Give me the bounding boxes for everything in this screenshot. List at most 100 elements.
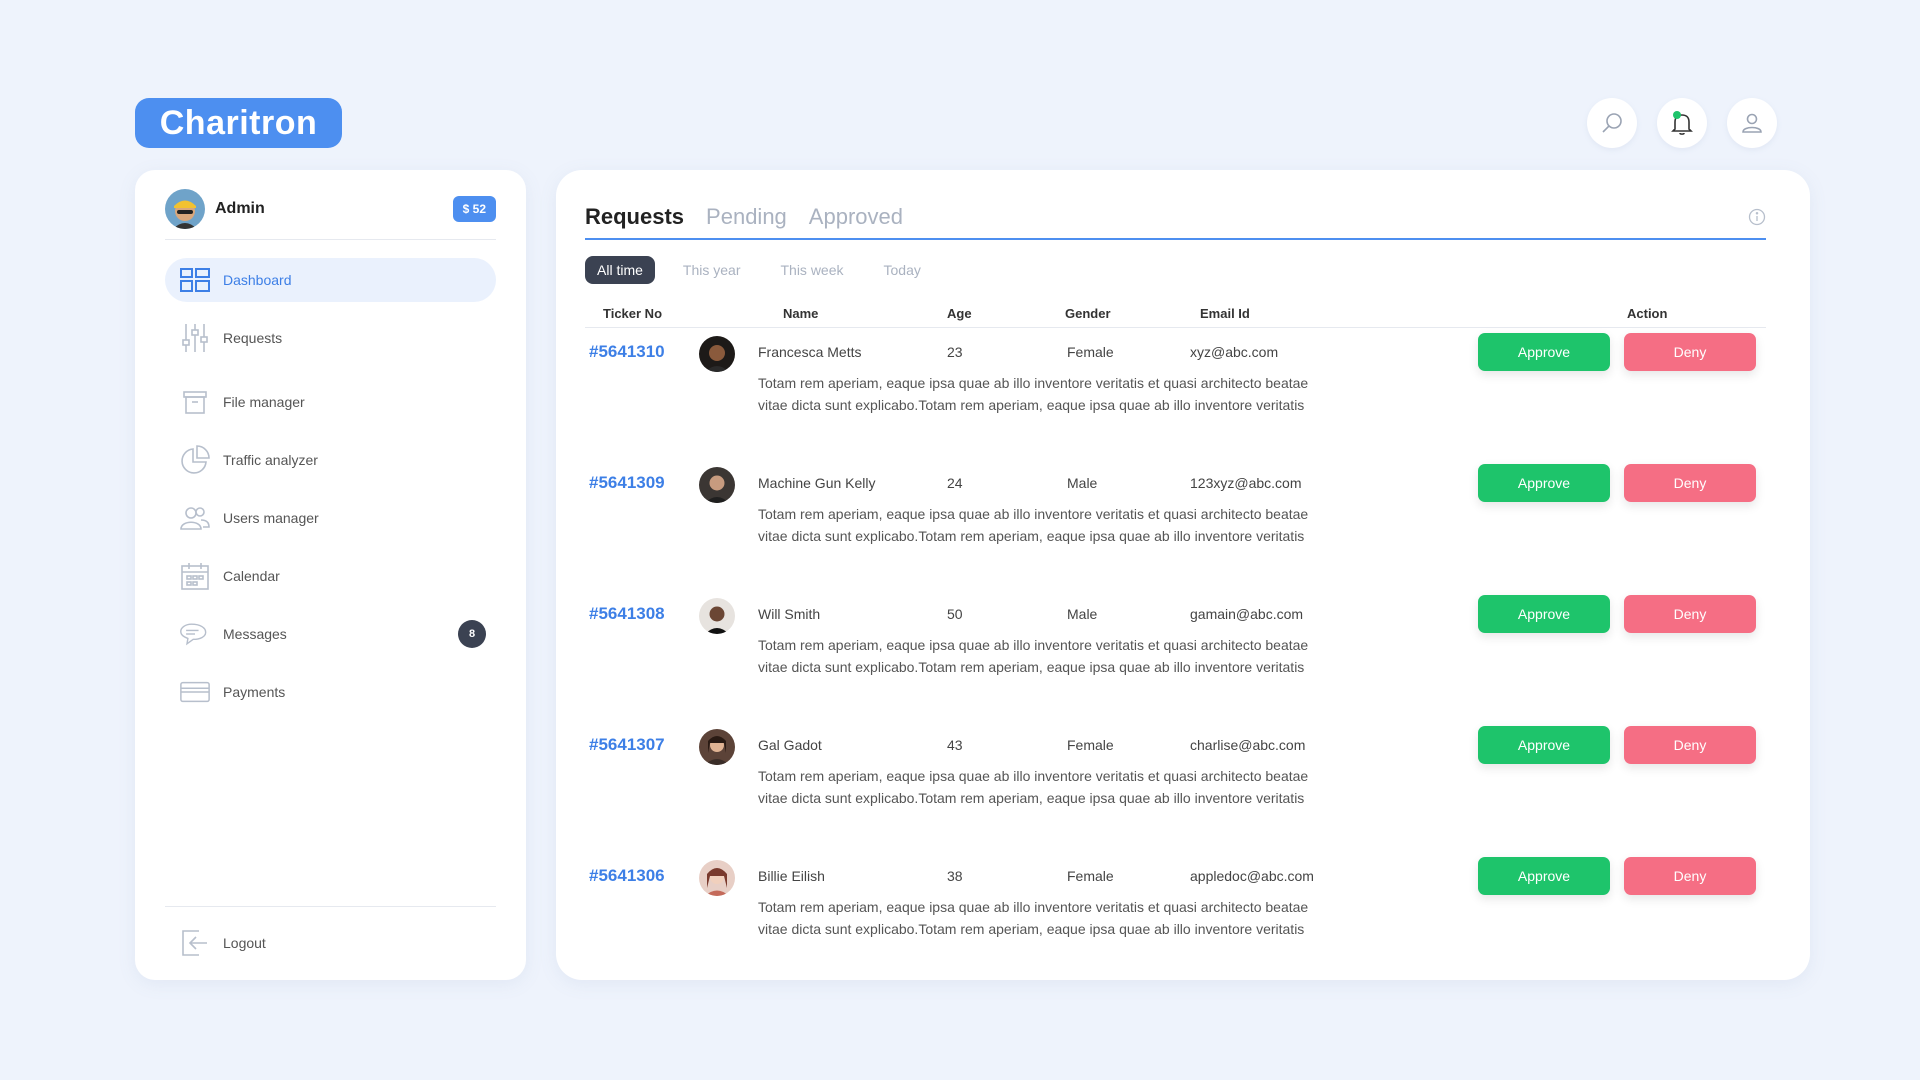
dashboard-icon bbox=[179, 264, 211, 296]
tab-pending[interactable]: Pending bbox=[706, 204, 787, 230]
sidebar-item-file-manager[interactable]: File manager bbox=[165, 380, 496, 424]
calendar-icon bbox=[179, 560, 211, 592]
users-icon bbox=[179, 502, 211, 534]
user-avatar bbox=[699, 598, 735, 634]
cell-gender: Female bbox=[1067, 344, 1114, 360]
deny-button[interactable]: Deny bbox=[1624, 464, 1756, 502]
cell-email: xyz@abc.com bbox=[1190, 344, 1279, 360]
sidebar-item-label: Dashboard bbox=[223, 272, 292, 288]
sidebar-item-label: Calendar bbox=[223, 568, 280, 584]
balance-badge[interactable]: $ 52 bbox=[452, 195, 496, 222]
column-header-email: Email Id bbox=[1200, 306, 1250, 321]
user-avatar bbox=[699, 336, 735, 372]
cell-gender: Male bbox=[1067, 606, 1098, 622]
column-header-action: Action bbox=[1627, 306, 1668, 321]
cell-name: Gal Gadot bbox=[758, 737, 822, 753]
cell-email: charlise@abc.com bbox=[1190, 737, 1306, 753]
approve-button[interactable]: Approve bbox=[1478, 333, 1610, 371]
search-icon bbox=[1602, 113, 1622, 133]
cell-gender: Female bbox=[1067, 868, 1114, 884]
column-header-ticket: Ticker No bbox=[603, 306, 663, 321]
archive-icon bbox=[179, 386, 211, 418]
messages-count-badge: 8 bbox=[458, 620, 486, 648]
sidebar-item-label: Messages bbox=[223, 626, 287, 642]
sidebar-item-traffic-analyzer[interactable]: Traffic analyzer bbox=[165, 438, 496, 482]
sidebar: Admin $ 52 Dashboard Requests File manag… bbox=[135, 170, 526, 980]
ticket-number[interactable]: #5641310 bbox=[589, 342, 665, 362]
ticket-number[interactable]: #5641309 bbox=[589, 473, 665, 493]
filter-this-week[interactable]: This week bbox=[768, 256, 855, 284]
cell-name: Billie Eilish bbox=[758, 868, 825, 884]
logout-button[interactable]: Logout bbox=[165, 921, 496, 965]
filter-all-time[interactable]: All time bbox=[585, 256, 655, 284]
user-avatar bbox=[699, 860, 735, 896]
request-description: Totam rem aperiam, eaque ipsa quae ab il… bbox=[758, 506, 1309, 544]
sidebar-nav: Dashboard Requests File manager Traffic … bbox=[165, 258, 496, 728]
cell-name: Will Smith bbox=[758, 606, 821, 622]
ticket-number[interactable]: #5641308 bbox=[589, 604, 665, 624]
filter-this-year[interactable]: This year bbox=[671, 256, 753, 284]
deny-button[interactable]: Deny bbox=[1624, 333, 1756, 371]
sidebar-item-calendar[interactable]: Calendar bbox=[165, 554, 496, 598]
notifications-button[interactable] bbox=[1657, 98, 1707, 148]
table-header: Ticker No Name Age Gender Email Id Actio… bbox=[585, 298, 1766, 328]
sliders-icon bbox=[179, 322, 211, 354]
cell-gender: Male bbox=[1067, 475, 1098, 491]
approve-button[interactable]: Approve bbox=[1478, 464, 1610, 502]
sidebar-item-messages[interactable]: Messages 8 bbox=[165, 612, 496, 656]
cell-age: 24 bbox=[947, 475, 963, 491]
sidebar-item-users-manager[interactable]: Users manager bbox=[165, 496, 496, 540]
deny-button[interactable]: Deny bbox=[1624, 726, 1756, 764]
tab-bar: Requests Pending Approved bbox=[585, 196, 1766, 240]
cell-name: Machine Gun Kelly bbox=[758, 475, 876, 491]
deny-button[interactable]: Deny bbox=[1624, 595, 1756, 633]
profile-header: Admin $ 52 bbox=[165, 186, 496, 240]
cell-email: gamain@abc.com bbox=[1190, 606, 1304, 622]
cell-email: 123xyz@abc.com bbox=[1190, 475, 1302, 491]
top-actions bbox=[1587, 98, 1777, 148]
logout-section: Logout bbox=[165, 906, 496, 965]
ticket-number[interactable]: #5641307 bbox=[589, 735, 665, 755]
table-row: #5641307 Gal Gadot 43 Female charlise@ab… bbox=[585, 721, 1766, 852]
cell-name: Francesca Metts bbox=[758, 344, 862, 360]
info-icon[interactable] bbox=[1748, 208, 1766, 231]
request-description: Totam rem aperiam, eaque ipsa quae ab il… bbox=[758, 768, 1309, 806]
column-header-name: Name bbox=[783, 306, 819, 321]
table-row: #5641308 Will Smith 50 Male gamain@abc.c… bbox=[585, 590, 1766, 721]
request-description: Totam rem aperiam, eaque ipsa quae ab il… bbox=[758, 899, 1309, 937]
user-avatar bbox=[699, 467, 735, 503]
user-icon bbox=[1742, 113, 1762, 133]
sidebar-item-requests[interactable]: Requests bbox=[165, 316, 496, 360]
sidebar-item-payments[interactable]: Payments bbox=[165, 670, 496, 714]
request-description: Totam rem aperiam, eaque ipsa quae ab il… bbox=[758, 375, 1309, 413]
request-description: Totam rem aperiam, eaque ipsa quae ab il… bbox=[758, 637, 1309, 675]
brand-logo[interactable]: Charitron bbox=[135, 98, 342, 148]
ticket-number[interactable]: #5641306 bbox=[589, 866, 665, 886]
approve-button[interactable]: Approve bbox=[1478, 857, 1610, 895]
sidebar-item-label: Traffic analyzer bbox=[223, 452, 318, 468]
column-header-age: Age bbox=[947, 306, 972, 321]
table-row: #5641310 Francesca Metts 23 Female xyz@a… bbox=[585, 328, 1766, 459]
cell-age: 38 bbox=[947, 868, 963, 884]
sidebar-item-dashboard[interactable]: Dashboard bbox=[165, 258, 496, 302]
deny-button[interactable]: Deny bbox=[1624, 857, 1756, 895]
logout-label: Logout bbox=[223, 935, 266, 951]
cell-age: 23 bbox=[947, 344, 963, 360]
sidebar-item-label: File manager bbox=[223, 394, 305, 410]
approve-button[interactable]: Approve bbox=[1478, 595, 1610, 633]
chat-icon bbox=[179, 618, 211, 650]
profile-button[interactable] bbox=[1727, 98, 1777, 148]
tab-approved[interactable]: Approved bbox=[809, 204, 903, 230]
search-button[interactable] bbox=[1587, 98, 1637, 148]
notification-dot bbox=[1673, 111, 1681, 119]
tab-requests[interactable]: Requests bbox=[585, 204, 684, 230]
sidebar-item-label: Payments bbox=[223, 684, 286, 700]
cell-gender: Female bbox=[1067, 737, 1114, 753]
filter-today[interactable]: Today bbox=[872, 256, 933, 284]
admin-avatar[interactable] bbox=[165, 188, 205, 229]
approve-button[interactable]: Approve bbox=[1478, 726, 1610, 764]
table-row: #5641309 Machine Gun Kelly 24 Male 123xy… bbox=[585, 459, 1766, 590]
user-avatar bbox=[699, 729, 735, 765]
card-icon bbox=[179, 676, 211, 708]
logout-icon bbox=[179, 927, 211, 959]
